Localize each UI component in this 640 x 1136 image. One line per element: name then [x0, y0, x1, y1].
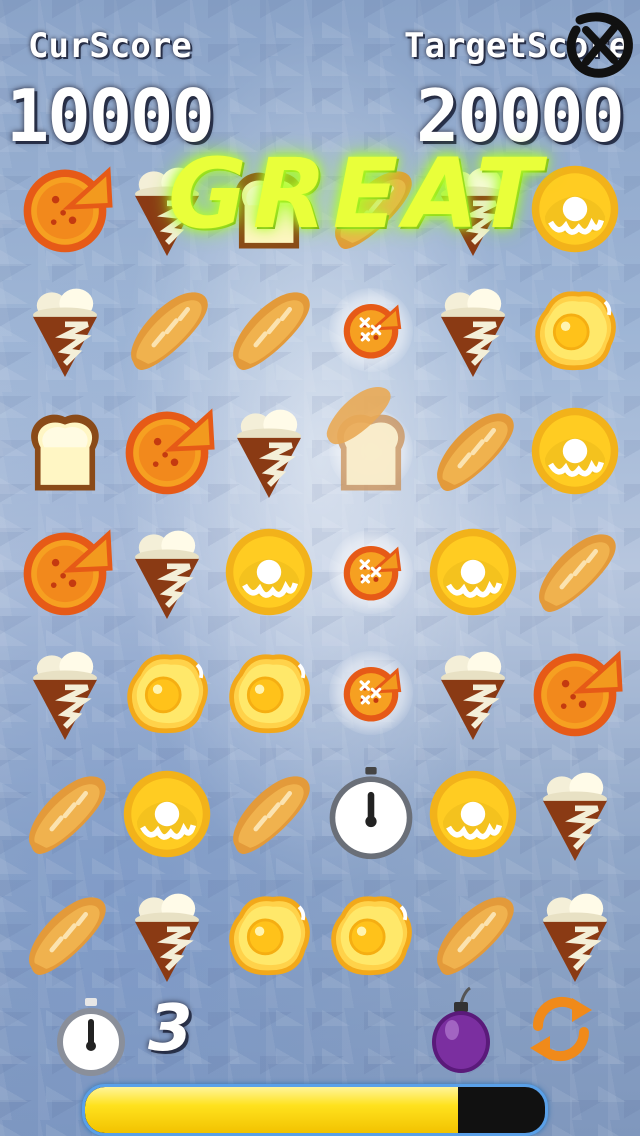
bread-icon: [437, 896, 514, 975]
tile-donut[interactable]: [116, 753, 218, 874]
icecream-icon: [543, 893, 607, 982]
bread-icon: [539, 533, 616, 612]
tile-donut[interactable]: [524, 390, 626, 511]
egg-icon: [229, 653, 310, 733]
tile-pizza-exploding[interactable]: [320, 269, 422, 390]
score-progress-fill: [85, 1087, 458, 1133]
donut-icon: [531, 407, 619, 494]
tile-bread[interactable]: [218, 269, 320, 390]
tile-pizza[interactable]: [524, 632, 626, 753]
tile-pizza-exploding[interactable]: [320, 632, 422, 753]
bomb-button[interactable]: [428, 984, 494, 1074]
tile-egg[interactable]: [320, 874, 422, 995]
tile-icecream[interactable]: [116, 511, 218, 632]
icecream-icon: [237, 409, 301, 498]
pizza-icon: [125, 407, 215, 494]
bread-icon: [233, 775, 310, 854]
refresh-icon: [530, 996, 592, 1062]
pizza-icon: [23, 528, 113, 615]
tile-pizza[interactable]: [14, 148, 116, 269]
toast-bread-falling-icon: [326, 386, 405, 490]
tile-egg[interactable]: [218, 874, 320, 995]
shuffle-button[interactable]: [524, 990, 598, 1068]
icecream-icon: [33, 288, 97, 377]
egg-icon: [535, 290, 616, 370]
tile-icecream[interactable]: [14, 632, 116, 753]
tile-egg[interactable]: [116, 632, 218, 753]
tile-toast[interactable]: [14, 390, 116, 511]
donut-icon: [225, 528, 313, 615]
tile-bread[interactable]: [422, 874, 524, 995]
egg-icon: [229, 895, 310, 975]
icecream-icon: [441, 651, 505, 740]
great-banner: GREAT: [168, 138, 547, 250]
tile-pizza[interactable]: [116, 390, 218, 511]
pizza-icon: [23, 165, 113, 252]
donut-icon: [123, 770, 211, 857]
bread-icon: [437, 412, 514, 491]
tile-icecream[interactable]: [422, 632, 524, 753]
icecream-icon: [441, 288, 505, 377]
bomb-icon: [432, 986, 490, 1073]
stopwatch-icon: [329, 766, 413, 859]
tile-icecream[interactable]: [422, 269, 524, 390]
icecream-icon: [33, 651, 97, 740]
tile-donut[interactable]: [218, 511, 320, 632]
close-icon: [566, 12, 633, 78]
tile-donut[interactable]: [422, 753, 524, 874]
tile-toast-bread-falling[interactable]: [320, 386, 422, 511]
stopwatch-icon: [54, 996, 128, 1080]
pizza-exploding-icon: [343, 545, 402, 601]
tile-icecream[interactable]: [218, 390, 320, 511]
tile-egg[interactable]: [524, 269, 626, 390]
tile-bread[interactable]: [524, 511, 626, 632]
toast-icon: [31, 414, 99, 490]
score-progress-bar: [82, 1084, 548, 1136]
tile-bread[interactable]: [116, 269, 218, 390]
tile-pizza[interactable]: [14, 511, 116, 632]
donut-icon: [429, 528, 517, 615]
donut-icon: [429, 770, 517, 857]
tile-bread[interactable]: [14, 874, 116, 995]
tile-stopwatch[interactable]: [320, 753, 422, 874]
pizza-icon: [533, 649, 623, 736]
bread-icon: [29, 775, 106, 854]
bread-icon: [29, 896, 106, 975]
icecream-icon: [543, 772, 607, 861]
tile-pizza-exploding[interactable]: [320, 511, 422, 632]
game-board: [14, 148, 626, 996]
icecream-icon: [135, 893, 199, 982]
tile-icecream[interactable]: [524, 753, 626, 874]
current-score-label: CurScore: [28, 26, 192, 66]
tile-egg[interactable]: [218, 632, 320, 753]
icecream-icon: [135, 530, 199, 619]
pizza-exploding-icon: [343, 666, 402, 722]
tile-bread[interactable]: [422, 390, 524, 511]
bread-icon: [233, 291, 310, 370]
tile-bread[interactable]: [14, 753, 116, 874]
moves-left: 3: [148, 992, 193, 1066]
tile-icecream[interactable]: [116, 874, 218, 995]
pizza-exploding-icon: [343, 303, 402, 359]
tile-icecream[interactable]: [524, 874, 626, 995]
egg-icon: [127, 653, 208, 733]
tile-bread[interactable]: [218, 753, 320, 874]
close-button[interactable]: [560, 6, 636, 82]
egg-icon: [331, 895, 412, 975]
bread-icon: [131, 291, 208, 370]
tile-icecream[interactable]: [14, 269, 116, 390]
tile-donut[interactable]: [422, 511, 524, 632]
